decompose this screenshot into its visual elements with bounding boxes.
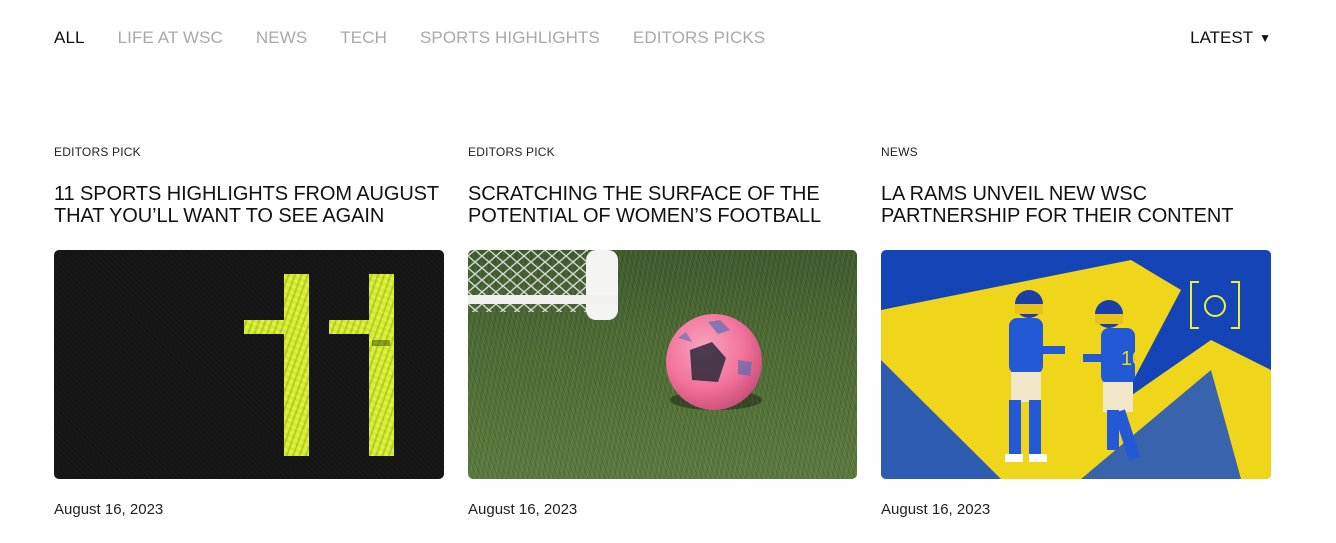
svg-text:10: 10: [1121, 348, 1143, 370]
focus-frame-icon: [1190, 281, 1240, 329]
article-title-line: 11 SPORTS HIGHLIGHTS FROM AUGUST: [54, 183, 440, 205]
article-thumbnail[interactable]: [54, 250, 444, 479]
article-card: NEWS LA RAMS UNVEIL NEW WSC PARTNERSHIP …: [881, 145, 1271, 518]
filter-news[interactable]: NEWS: [256, 28, 307, 48]
filter-life-at-wsc[interactable]: LIFE AT WSC: [118, 28, 223, 48]
article-category: EDITORS PICK: [468, 145, 555, 159]
article-date: August 16, 2023: [468, 501, 578, 518]
filter-tech[interactable]: TECH: [340, 28, 387, 48]
rams-players-celebrating: 10: [881, 260, 1271, 479]
article-title-line: LA RAMS UNVEIL NEW WSC: [881, 183, 1147, 205]
category-filter-bar: ALL LIFE AT WSC NEWS TECH SPORTS HIGHLIG…: [54, 27, 798, 49]
article-title[interactable]: SCRATCHING THE SURFACE OF THE POTENTIAL …: [468, 183, 858, 227]
filter-editors-picks[interactable]: EDITORS PICKS: [633, 28, 765, 48]
article-card: EDITORS PICK 11 SPORTS HIGHLIGHTS FROM A…: [54, 145, 444, 518]
article-title-line: POTENTIAL OF WOMEN’S FOOTBALL: [468, 205, 822, 227]
article-card: EDITORS PICK SCRATCHING THE SURFACE OF T…: [468, 145, 858, 518]
article-title[interactable]: LA RAMS UNVEIL NEW WSC PARTNERSHIP FOR T…: [881, 183, 1271, 227]
filter-all[interactable]: ALL: [54, 28, 85, 48]
filter-sports-highlights[interactable]: SPORTS HIGHLIGHTS: [420, 28, 600, 48]
article-title-line: THAT YOU’LL WANT TO SEE AGAIN: [54, 205, 385, 227]
article-category: NEWS: [881, 145, 918, 159]
article-category: EDITORS PICK: [54, 145, 141, 159]
article-thumbnail[interactable]: [468, 250, 857, 479]
article-title-line: SCRATCHING THE SURFACE OF THE: [468, 183, 820, 205]
sort-dropdown[interactable]: LATEST ▼: [1190, 28, 1271, 48]
grain-texture: [54, 250, 444, 479]
article-title-line: PARTNERSHIP FOR THEIR CONTENT: [881, 205, 1234, 227]
caret-down-icon: ▼: [1259, 31, 1271, 45]
article-thumbnail[interactable]: 10: [881, 250, 1271, 479]
pink-football-on-grass: [468, 250, 762, 410]
article-date: August 16, 2023: [54, 501, 164, 518]
sort-label: LATEST: [1190, 28, 1254, 47]
article-title[interactable]: 11 SPORTS HIGHLIGHTS FROM AUGUST THAT YO…: [54, 183, 444, 227]
article-date: August 16, 2023: [881, 501, 991, 518]
